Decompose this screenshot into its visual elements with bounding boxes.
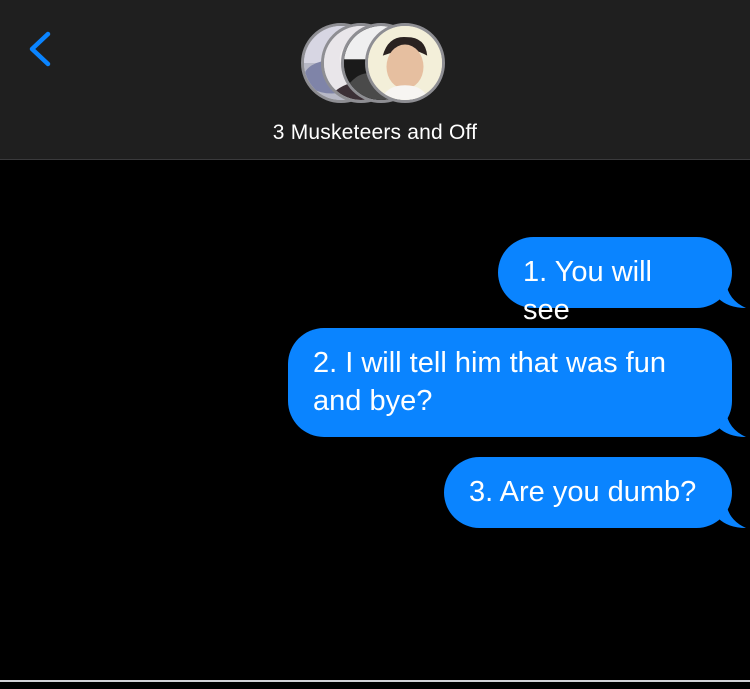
bottom-bar bbox=[0, 682, 750, 689]
message-text: 2. I will tell him that was fun and bye? bbox=[313, 347, 666, 417]
bubble-tail-icon bbox=[718, 282, 746, 308]
sent-message-bubble[interactable]: 2. I will tell him that was fun and bye? bbox=[288, 328, 746, 437]
group-name[interactable]: 3 Musketeers and Off bbox=[0, 121, 750, 145]
sent-message-bubble[interactable]: 1. You will see bbox=[498, 237, 746, 326]
message-text: 1. You will see bbox=[523, 256, 652, 326]
message-row: 2. I will tell him that was fun and bye? bbox=[288, 328, 746, 437]
message-row: 1. You will see bbox=[498, 237, 746, 326]
message-thread: 1. You will see 2. I will tell him that … bbox=[0, 160, 750, 680]
message-text: 3. Are you dumb? bbox=[469, 476, 697, 508]
messages-screen: 3 Musketeers and Off 1. You will see 2. … bbox=[0, 0, 750, 689]
sent-message-bubble[interactable]: 3. Are you dumb? bbox=[444, 457, 746, 528]
bubble-tail-icon bbox=[718, 502, 746, 528]
chevron-left-icon bbox=[29, 31, 51, 67]
back-button[interactable] bbox=[18, 22, 62, 74]
message-row: 3. Are you dumb? bbox=[444, 457, 746, 528]
avatar bbox=[365, 23, 445, 103]
group-avatar-stack[interactable] bbox=[301, 23, 451, 109]
bubble-tail-icon bbox=[718, 411, 746, 437]
conversation-header: 3 Musketeers and Off bbox=[0, 0, 750, 160]
